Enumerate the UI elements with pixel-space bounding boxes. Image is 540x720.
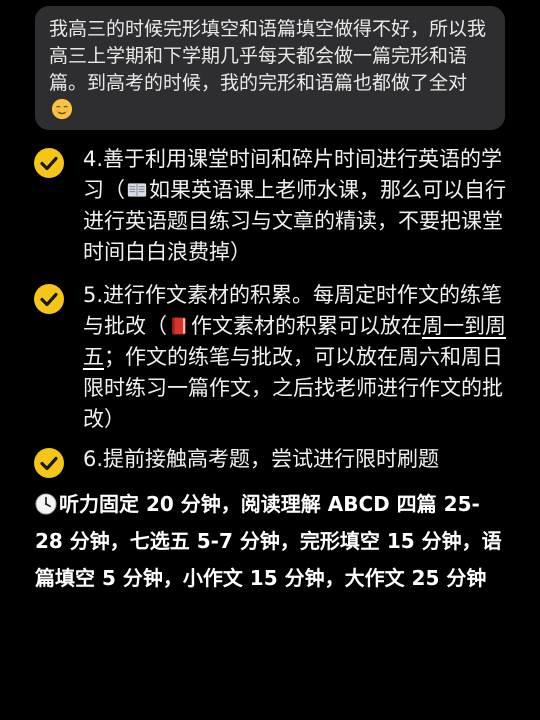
red-book-icon bbox=[172, 317, 186, 335]
clock-icon bbox=[35, 493, 57, 515]
timing-tips-text: 听力固定 20 分钟，阅读理解 ABCD 四篇 25-28 分钟，七选五 5-7… bbox=[35, 492, 502, 590]
open-book-icon bbox=[127, 183, 147, 197]
check-mark-icon bbox=[34, 448, 64, 478]
check-mark-icon bbox=[34, 284, 64, 314]
message-bubble: 我高三的时候完形填空和语篇填空做得不好，所以我高三上学期和下学期几乎每天都会做一… bbox=[35, 6, 505, 130]
list-item-text: 4.善于利用课堂时间和碎片时间进行英语的学习（ 如果英语课上老师水课，那么可以自… bbox=[83, 144, 508, 268]
item-text-part: 6.提前接触高考题，尝试进行限时刷题 bbox=[83, 447, 440, 471]
list-item-text: 5.进行作文素材的积累。每周定时作文的练笔与批改（ 作文素材的积累可以放在周一到… bbox=[83, 280, 508, 435]
message-text: 我高三的时候完形填空和语篇填空做得不好，所以我高三上学期和下学期几乎每天都会做一… bbox=[49, 18, 487, 94]
item-text-part: ；作文的练笔与批改，可以放在周六和周日限时练习一篇作文，之后找老师进行作文的批改… bbox=[83, 345, 503, 431]
list-item-text: 6.提前接触高考题，尝试进行限时刷题 bbox=[83, 444, 508, 475]
item-text-part: 作文素材的积累可以放在 bbox=[191, 314, 422, 338]
timing-tips: 听力固定 20 分钟，阅读理解 ABCD 四篇 25-28 分钟，七选五 5-7… bbox=[35, 486, 505, 597]
check-mark-icon bbox=[34, 148, 64, 178]
relieved-face-icon bbox=[51, 98, 73, 120]
